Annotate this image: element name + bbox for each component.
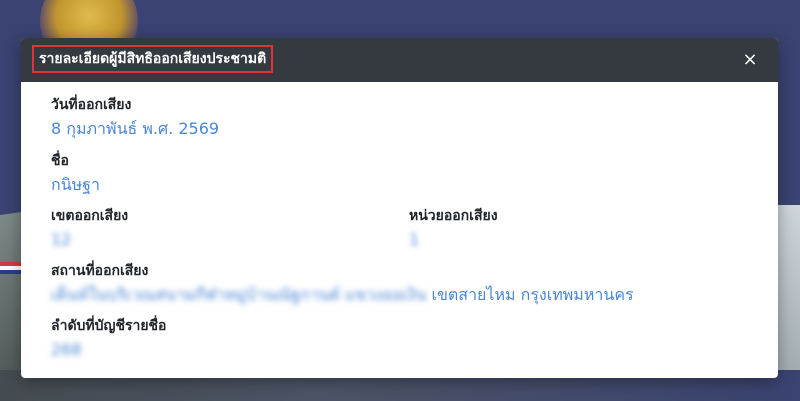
district-label: เขตออกเสียง bbox=[51, 208, 129, 224]
dialog-title: รายละเอียดผู้มีสิทธิออกเสียงประชามติ bbox=[32, 45, 274, 73]
field-location: สถานที่ออกเสียง เต็นท์ในบริเวณสนามกีฬาหม… bbox=[51, 262, 634, 306]
name-value: กนิษฐา bbox=[51, 175, 100, 194]
dialog-header: รายละเอียดผู้มีสิทธิออกเสียงประชามติ × bbox=[21, 38, 778, 82]
location-value-district: เขตสายไหม กรุงเทพมหานคร bbox=[431, 285, 634, 304]
field-vote-date: วันที่ออกเสียง 8 กุมภาพันธ์ พ.ศ. 2569 bbox=[51, 96, 219, 140]
close-button[interactable]: × bbox=[739, 49, 761, 71]
vote-date-label: วันที่ออกเสียง bbox=[51, 97, 132, 113]
voter-details-dialog: รายละเอียดผู้มีสิทธิออกเสียงประชามติ × ว… bbox=[21, 38, 778, 378]
polling-unit-value: 1 bbox=[409, 230, 420, 249]
field-district: เขตออกเสียง 12 bbox=[51, 207, 128, 251]
polling-unit-label: หน่วยออกเสียง bbox=[409, 208, 498, 224]
name-label: ชื่อ bbox=[51, 153, 69, 169]
location-value-redacted: เต็นท์ในบริเวณสนามกีฬาหมู่บ้านณัฐกานต์ แ… bbox=[51, 285, 427, 304]
location-label: สถานที่ออกเสียง bbox=[51, 263, 149, 279]
list-order-label: ลำดับที่บัญชีรายชื่อ bbox=[51, 318, 167, 334]
field-polling-unit: หน่วยออกเสียง 1 bbox=[409, 207, 498, 251]
vote-date-value: 8 กุมภาพันธ์ พ.ศ. 2569 bbox=[51, 119, 220, 138]
list-order-value: 268 bbox=[51, 340, 82, 359]
field-name: ชื่อ กนิษฐา bbox=[51, 152, 100, 196]
district-value: 12 bbox=[51, 230, 72, 249]
field-list-order: ลำดับที่บัญชีรายชื่อ 268 bbox=[51, 317, 166, 361]
location-value: เต็นท์ในบริเวณสนามกีฬาหมู่บ้านณัฐกานต์ แ… bbox=[51, 284, 634, 306]
